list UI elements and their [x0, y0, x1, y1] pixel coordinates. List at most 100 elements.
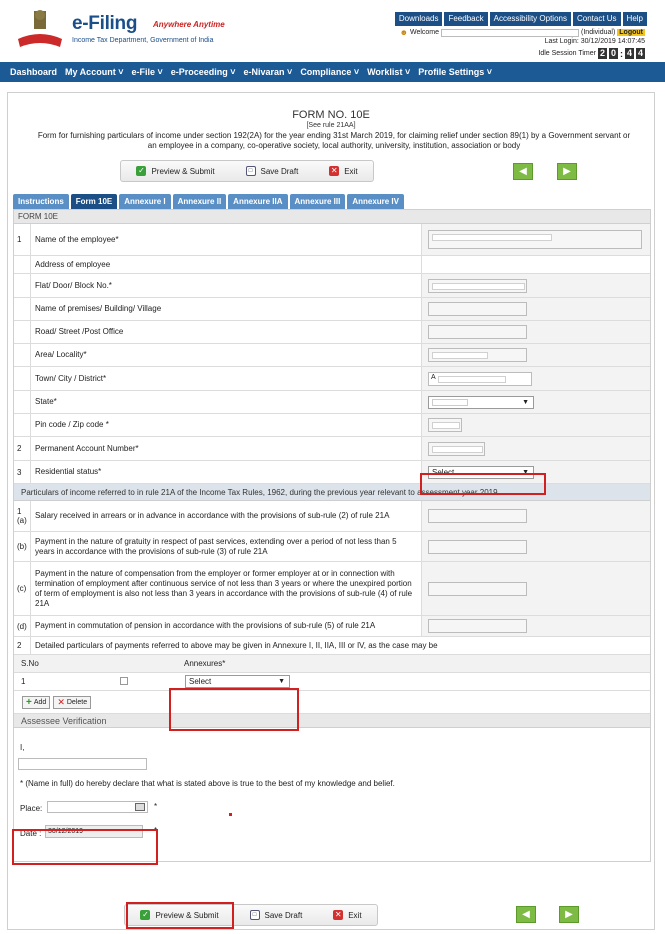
save-icon: □	[245, 166, 256, 176]
row-checkbox[interactable]	[120, 676, 185, 687]
state-select[interactable]: ▼	[428, 395, 534, 409]
menu-my-account[interactable]: My Account ˅	[65, 67, 123, 77]
main-menu: Dashboard My Account ˅ e-File ˅ e-Procee…	[0, 62, 665, 82]
place-label: Place:	[20, 804, 43, 813]
annexure-header: S.No Annexures*	[14, 655, 650, 673]
table-row: 2 Detailed particulars of payments refer…	[14, 637, 650, 655]
logo-tagline: Anywhere Anytime	[153, 20, 225, 29]
logout-button[interactable]: Logout	[617, 29, 645, 36]
pension-commutation-input[interactable]	[428, 619, 527, 633]
employee-name-input[interactable]	[428, 230, 642, 249]
timer-label: Idle Session Timer	[538, 50, 596, 57]
logo-title: e-Filing	[72, 13, 138, 34]
form-panel: FORM NO. 10E [See rule 21AA] Form for fu…	[7, 92, 655, 930]
road-street-input[interactable]	[428, 325, 527, 339]
tab-annexure-iia[interactable]: Annexure IIA	[228, 194, 288, 209]
table-row: Town/ City / District* A	[14, 367, 650, 391]
bottom-save-draft-button[interactable]: □ Save Draft	[249, 910, 302, 920]
flat-door-input[interactable]	[428, 278, 527, 293]
top-nav-contact[interactable]: Contact Us	[572, 12, 621, 26]
place-input[interactable]	[47, 801, 148, 813]
tab-annexure-i[interactable]: Annexure I	[119, 194, 171, 209]
highlight-preview-submit	[126, 902, 234, 929]
exit-button[interactable]: ✕ Exit	[329, 166, 358, 176]
menu-worklist[interactable]: Worklist ˅	[367, 67, 410, 77]
top-nav-downloads[interactable]: Downloads	[394, 12, 443, 26]
menu-profile-settings[interactable]: Profile Settings ˅	[418, 67, 492, 77]
highlight-place	[12, 829, 158, 865]
sno-header: S.No	[21, 659, 39, 668]
top-nav-accessibility[interactable]: Accessibility Options	[489, 12, 571, 26]
tab-form-10e[interactable]: Form 10E	[70, 194, 118, 209]
table-row: 1 Name of the employee*	[14, 224, 650, 256]
top-nav: Downloads Feedback Accessibility Options…	[394, 12, 647, 26]
tab-annexure-iv[interactable]: Annexure IV	[347, 194, 404, 209]
save-draft-button[interactable]: □ Save Draft	[245, 166, 298, 176]
menu-e-file[interactable]: e-File ˅	[131, 67, 162, 77]
chevron-down-icon: ▼	[278, 678, 285, 685]
verification-title: Assessee Verification	[14, 714, 650, 728]
user-name-mask	[441, 28, 580, 37]
tab-annexure-iii[interactable]: Annexure III	[289, 194, 346, 209]
menu-compliance[interactable]: Compliance ˅	[300, 67, 359, 77]
highlight-residential-status	[420, 473, 546, 495]
check-icon: ✓	[136, 166, 147, 176]
menu-dashboard[interactable]: Dashboard	[10, 67, 57, 77]
form-title: FORM NO. 10E	[292, 109, 370, 121]
full-name-input[interactable]	[18, 758, 147, 770]
highlight-annexures	[169, 688, 299, 731]
form-rule: [See rule 21AA]	[306, 122, 356, 129]
plus-icon: +	[26, 696, 32, 708]
table-row: Name of premises/ Building/ Village	[14, 298, 650, 321]
bottom-next-arrow-button[interactable]: ▶	[559, 906, 579, 923]
welcome-label: Welcome	[409, 29, 440, 36]
compensation-input[interactable]	[428, 581, 527, 596]
table-row: (c) Payment in the nature of compensatio…	[14, 562, 650, 616]
timer-digit: 4	[636, 48, 645, 59]
annexure-buttons: + Add ✕ Delete	[14, 691, 650, 714]
keyboard-icon[interactable]	[135, 803, 145, 811]
table-row: State* ▼	[14, 391, 650, 414]
add-row-button[interactable]: + Add	[22, 695, 51, 709]
pincode-input[interactable]	[428, 418, 462, 432]
timer-digit: 0	[609, 48, 618, 59]
menu-e-nivaran[interactable]: e-Nivaran ˅	[244, 67, 293, 77]
save-icon: □	[249, 910, 260, 920]
red-dot	[229, 813, 232, 816]
bottom-prev-arrow-button[interactable]: ◀	[516, 906, 536, 923]
chevron-down-icon: ▼	[522, 398, 529, 406]
gratuity-input[interactable]	[428, 539, 527, 554]
annexure-select[interactable]: Select ▼	[185, 675, 290, 688]
top-nav-feedback[interactable]: Feedback	[444, 12, 488, 26]
user-icon: ☻	[399, 28, 408, 37]
delete-row-button[interactable]: ✕ Delete	[53, 695, 92, 709]
area-locality-input[interactable]	[428, 348, 527, 362]
arrow-right-icon: ▶	[565, 909, 573, 920]
close-icon: ✕	[333, 910, 344, 920]
bottom-exit-button[interactable]: ✕ Exit	[333, 910, 362, 920]
close-icon: ✕	[329, 166, 340, 176]
income-section-title: Particulars of income referred to in rul…	[14, 484, 650, 501]
tab-instructions[interactable]: Instructions	[13, 194, 69, 209]
annexure-row: 1 Select ▼	[14, 673, 650, 691]
prev-arrow-button[interactable]: ◀	[513, 163, 533, 180]
timer-digit: 2	[598, 48, 607, 59]
timer-separator: :	[620, 48, 623, 59]
next-arrow-button[interactable]: ▶	[557, 163, 577, 180]
arrow-left-icon: ◀	[522, 909, 530, 920]
table-row: (d) Payment in commutation of pension in…	[14, 616, 650, 637]
top-nav-help[interactable]: Help	[622, 12, 647, 26]
preview-submit-button[interactable]: ✓ Preview & Submit	[136, 166, 215, 176]
table-row: 3 Residential status* Select ▼	[14, 461, 650, 484]
table-row: 2 Permanent Account Number*	[14, 437, 650, 461]
last-login: Last Login: 30/12/2019 14:07:45	[544, 38, 645, 45]
premises-input[interactable]	[428, 302, 527, 316]
table-row: Road/ Street /Post Office	[14, 321, 650, 344]
menu-e-proceeding[interactable]: e-Proceeding ˅	[171, 67, 236, 77]
town-city-input[interactable]: A	[428, 371, 532, 386]
tab-annexure-ii[interactable]: Annexure II	[172, 194, 227, 209]
idle-timer: Idle Session Timer 2 0 : 4 4	[538, 48, 645, 59]
salary-arrears-input[interactable]	[428, 509, 527, 523]
arrow-left-icon: ◀	[519, 166, 527, 177]
pan-input[interactable]	[428, 441, 485, 456]
